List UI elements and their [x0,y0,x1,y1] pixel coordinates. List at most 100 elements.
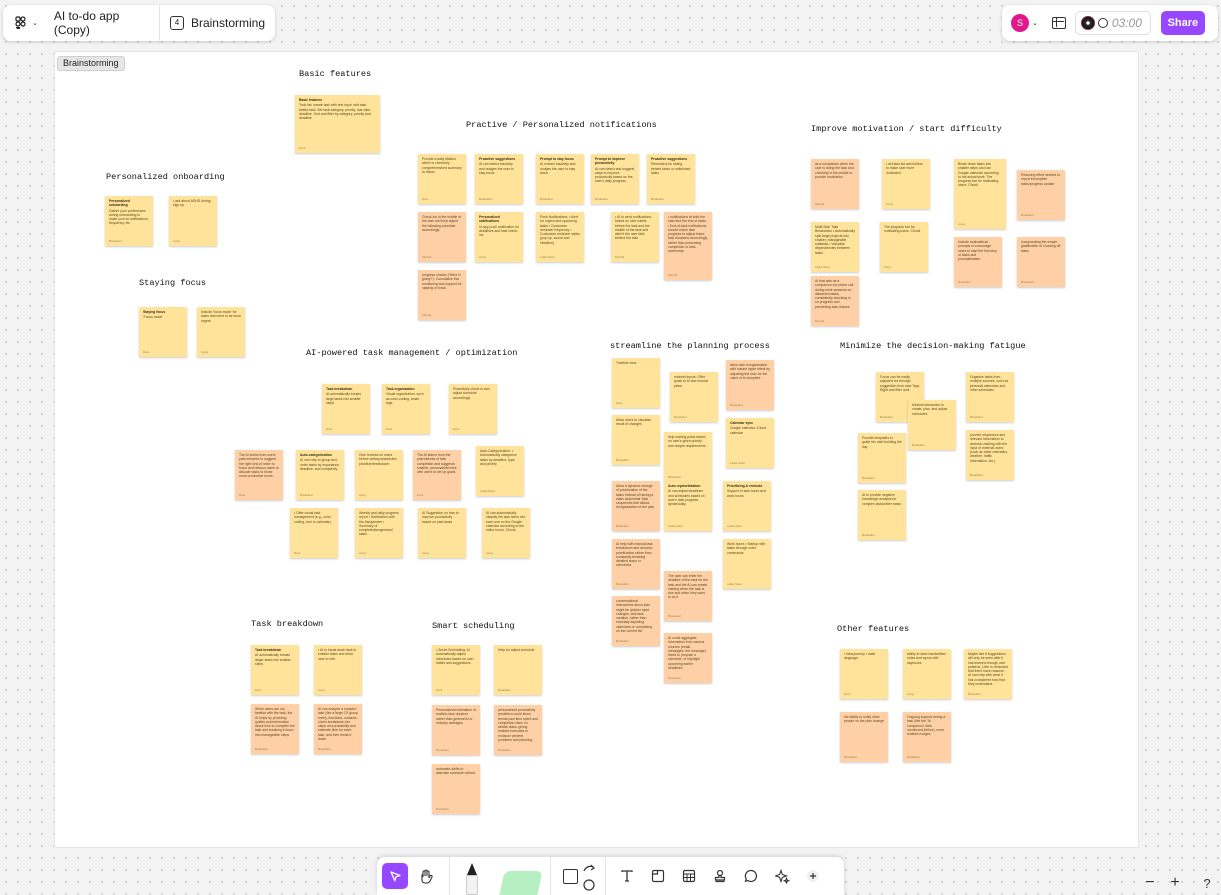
sticky-note[interactable]: Auto reprioritization AI can adjust deadl… [664,481,712,531]
sticky-note[interactable]: • Offer visual task management (e.g., co… [290,508,338,558]
sticky-note[interactable]: • ask about ADHD during sign up Aung [169,196,217,246]
timer-widget[interactable]: 03:00 [1074,11,1151,35]
comment-tool-button[interactable] [738,863,764,889]
section-tool-button[interactable] [645,863,671,889]
share-button[interactable]: Share [1160,11,1205,35]
group-title[interactable]: Personalized onboarding [106,172,225,182]
sticky-note[interactable]: Multi-Step Task Breakdown • Automaticall… [811,222,859,272]
sticky-note[interactable]: Task organization Visual organization, su… [382,384,430,434]
layout-panel-icon[interactable] [1051,17,1066,29]
sticky-note[interactable]: Minimal interaction to create, plan, and… [908,400,956,450]
sticky-note[interactable]: minimal inputs: Offer goals to AI and re… [670,372,718,422]
sticky-note[interactable]: When users are not familiar with the tas… [251,704,299,754]
group-title[interactable]: Basic features [299,69,371,79]
group-title[interactable]: Minimize the decision-making fatigue [840,341,1026,351]
file-name[interactable]: AI to-do app (Copy) [46,9,159,37]
sticky-note[interactable]: Staying focus 'Focus mode' Dani [139,307,187,357]
sticky-note[interactable]: The AI works from users past behavior to… [235,450,283,500]
sticky-note[interactable]: the ability to notify other people on th… [840,712,888,762]
sticky-note[interactable]: Proactive suggestions Reminders for falli… [647,154,695,204]
sticky-note[interactable]: Reducing effort needed to report incompl… [1017,170,1065,220]
sticky-note[interactable]: AI can analyze a complex task (like a la… [314,704,362,754]
chevron-down-icon[interactable]: ⌄ [1032,19,1038,27]
group-title[interactable]: AI-powered task management / optimizatio… [306,348,517,358]
sticky-note[interactable]: Give reviews on users before setting tas… [355,450,403,500]
hand-tool-button[interactable] [413,863,439,889]
sticky-note[interactable]: Organize tasks from multiple sources, su… [966,372,1014,422]
sticky-note[interactable]: as a companion when the user is doing th… [811,159,859,209]
table-tool-button[interactable] [676,863,702,889]
sticky-note[interactable]: Prompt to stay focus AI notices inactivit… [536,154,584,204]
sticky-note[interactable]: help making plans based on user's given … [664,432,712,482]
sticky-note[interactable]: AI Suggestion on how to improve producti… [418,508,466,558]
sticky-note[interactable]: Auto-Categorization: • Automatically cat… [476,446,524,496]
sticky-note[interactable]: allow task reorganization with instant r… [726,360,774,410]
group-title[interactable]: Improve motivation / start difficulty [811,124,1002,134]
sticky-note[interactable]: ability to save handwritten notes and sy… [903,649,951,699]
text-tool-button[interactable] [614,863,640,889]
sticky-note[interactable]: AI to provide negative knowledge analysi… [858,490,906,540]
help-button[interactable]: ? [1196,872,1218,894]
more-tools-button[interactable] [800,863,826,889]
sticky-note[interactable]: Help for adjust schedule Breakfast [494,645,542,695]
sticky-note[interactable]: Include motivational prompts to encourag… [954,237,1002,287]
sticky-note[interactable]: Calendar sync Google calendar, iCloud cal… [726,418,774,468]
sticky-note[interactable]: Ongoing support during a task (like the … [903,712,951,762]
ai-actions-button[interactable] [769,863,795,889]
sticky-note[interactable]: Prioritizing & reminds Support to task ho… [723,481,771,531]
sticky-note[interactable]: Proactively check in and adjust schedule… [449,384,497,434]
sticky-note[interactable]: • AI to send notifications based on user… [611,212,659,262]
sticky-note[interactable]: Allow users to visualize result of chang… [612,415,660,465]
sticky-note[interactable]: Personalized onboarding Gather your prefe… [105,196,153,246]
sticky-note[interactable]: Provide templates to guide the start bui… [858,433,906,483]
sticky-note[interactable]: Auto-categorization AI can help to group … [296,450,344,500]
sticky-note[interactable]: Allow a dynamic change of prioritization… [612,481,660,531]
group-title[interactable]: Practive / Personalized notifications [466,120,657,130]
stamp-tool-button[interactable] [707,863,733,889]
page-selector[interactable]: 4 Brainstorming [160,16,275,30]
sticky-note[interactable]: Maybe like if suggestions will only be s… [964,649,1012,699]
connector-tool-button[interactable] [581,861,597,891]
zoom-out-button[interactable]: − [1139,872,1161,894]
group-title[interactable]: streamline the planning process [610,341,770,351]
sticky-note[interactable]: The progress bar for motivating users. C… [880,222,928,272]
sticky-note[interactable]: • AI to break down task to smaller tasks… [314,645,362,695]
sticky-note[interactable]: • Smart Scheduling: AI automatically adj… [432,645,480,695]
sticky-note[interactable]: The AI learns from the past failures of … [413,450,461,500]
sticky-note[interactable]: AI that acts as a companion via phone ca… [811,276,859,326]
group-title[interactable]: Other features [837,624,909,634]
sticky-note[interactable]: conversational interactions about plan m… [612,596,660,646]
sticky-note[interactable]: Work hours • Startup with tasks through … [723,539,771,589]
marker-tool-button[interactable] [462,861,484,895]
sticky-note[interactable]: automatic shifts to alternate schedule c… [432,764,480,814]
sticky-note[interactable]: Task breakdown AI automatically breaks la… [251,645,299,695]
group-title[interactable]: Smart scheduling [432,621,515,631]
sticky-note[interactable]: Prompt to improve productivity AI can det… [591,154,639,204]
sticky-note[interactable]: Check-ins in the middle of the task and … [418,212,466,262]
sticky-note[interactable]: Personalized estimation of realistic tas… [432,705,480,755]
user-avatar[interactable]: S [1011,14,1029,32]
sticky-note[interactable]: personalized productivity prediction cou… [494,705,542,755]
sticky-note[interactable]: Timeline view Dani [612,358,660,408]
sticky-note[interactable]: Weekly and daily progress report • Notif… [355,508,403,558]
sticky-note[interactable]: provide responsive and relevant informat… [966,430,1014,480]
shape-tool-button[interactable] [557,863,583,889]
main-menu-button[interactable]: ⌄ [3,5,46,41]
sticky-note[interactable]: Proactive suggestions AI can detect inact… [475,154,523,204]
sticky-note[interactable]: Provide a daily tiltation which is cheer… [418,154,466,204]
sticky-note[interactable]: The user can enter the deadline of the t… [664,571,712,621]
sticky-note[interactable]: • notifications at both the start and th… [664,212,712,280]
group-title[interactable]: Task breakdown [251,619,323,629]
sticky-note[interactable]: progress checks ('Were is going?'). Cumu… [418,270,466,320]
sticky-note[interactable]: • Idea journey • math language Dani [840,649,888,699]
sticky-note[interactable]: Incorporating the simple gratification o… [1017,237,1065,287]
sticky-note[interactable]: AI help with manual task breakdown and d… [612,539,660,589]
zoom-in-button[interactable]: + [1164,872,1186,894]
sticky-note[interactable]: Break down tasks into smaller steps and … [954,159,1006,229]
highlighter-tool-button[interactable] [498,865,543,895]
sticky-note[interactable]: Push Notifications: • Alert for urgent a… [536,212,584,262]
section-label[interactable]: Brainstorming [57,56,125,71]
sticky-note[interactable]: AI could aggregate information from vari… [664,633,712,683]
group-title[interactable]: Staying focus [139,278,206,288]
sticky-note[interactable]: Task breakdown AI automatically breaks la… [322,384,370,434]
